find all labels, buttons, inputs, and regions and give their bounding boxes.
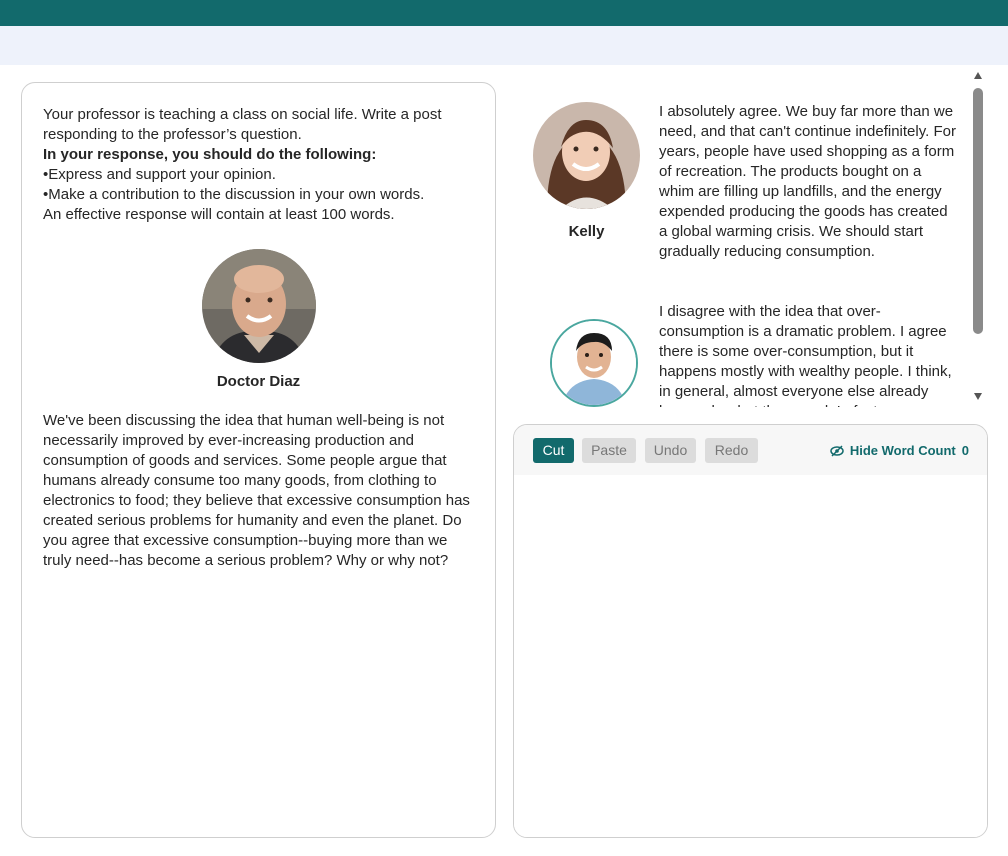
student-post-text-second: I disagree with the idea that over-consu… bbox=[659, 303, 952, 407]
response-editor: Cut Paste Undo Redo Hide Word Count 0 bbox=[513, 424, 988, 838]
student-post-text-kelly: I absolutely agree. We buy far more than… bbox=[659, 103, 956, 260]
word-requirement: An effective response will contain at le… bbox=[43, 206, 395, 223]
student-name-kelly: Kelly bbox=[568, 223, 605, 240]
response-textarea[interactable] bbox=[514, 475, 987, 837]
redo-button[interactable]: Redo bbox=[705, 438, 758, 463]
scroll-up-icon[interactable] bbox=[974, 72, 982, 79]
word-count-label: Hide Word Count bbox=[849, 443, 956, 458]
professor-avatar bbox=[202, 249, 316, 363]
scrollbar-thumb[interactable] bbox=[973, 88, 983, 334]
sub-header-bar bbox=[0, 26, 1008, 65]
word-count-toggle[interactable]: Hide Word Count 0 bbox=[830, 443, 969, 458]
word-count-value: 0 bbox=[961, 443, 969, 458]
student-avatar-kelly bbox=[533, 102, 640, 209]
professor-question: We've been discussing the idea that huma… bbox=[43, 412, 470, 569]
student-avatar-second bbox=[550, 319, 638, 407]
scroll-down-icon[interactable] bbox=[974, 393, 982, 400]
task-instructions: Your professor is teaching a class on so… bbox=[43, 105, 483, 225]
discussion-panel[interactable]: Kelly I absolutely agree. We buy far mor… bbox=[513, 82, 973, 407]
undo-button[interactable]: Undo bbox=[645, 438, 696, 463]
cut-button[interactable]: Cut bbox=[533, 438, 574, 463]
discussion-scrollbar[interactable] bbox=[970, 70, 986, 402]
editor-toolbar: Cut Paste Undo Redo Hide Word Count 0 bbox=[514, 425, 987, 475]
instruction-bullet-2: •Make a contribution to the discussion i… bbox=[43, 186, 425, 203]
instructions-heading: In your response, you should do the foll… bbox=[43, 146, 377, 163]
top-header-bar bbox=[0, 0, 1008, 26]
professor-name: Doctor Diaz bbox=[216, 373, 301, 390]
task-description: Your professor is teaching a class on so… bbox=[43, 106, 442, 143]
paste-button[interactable]: Paste bbox=[582, 438, 636, 463]
prompt-panel: Your professor is teaching a class on so… bbox=[21, 82, 496, 838]
instruction-bullet-1: •Express and support your opinion. bbox=[43, 166, 276, 183]
eye-slash-icon bbox=[830, 444, 844, 457]
